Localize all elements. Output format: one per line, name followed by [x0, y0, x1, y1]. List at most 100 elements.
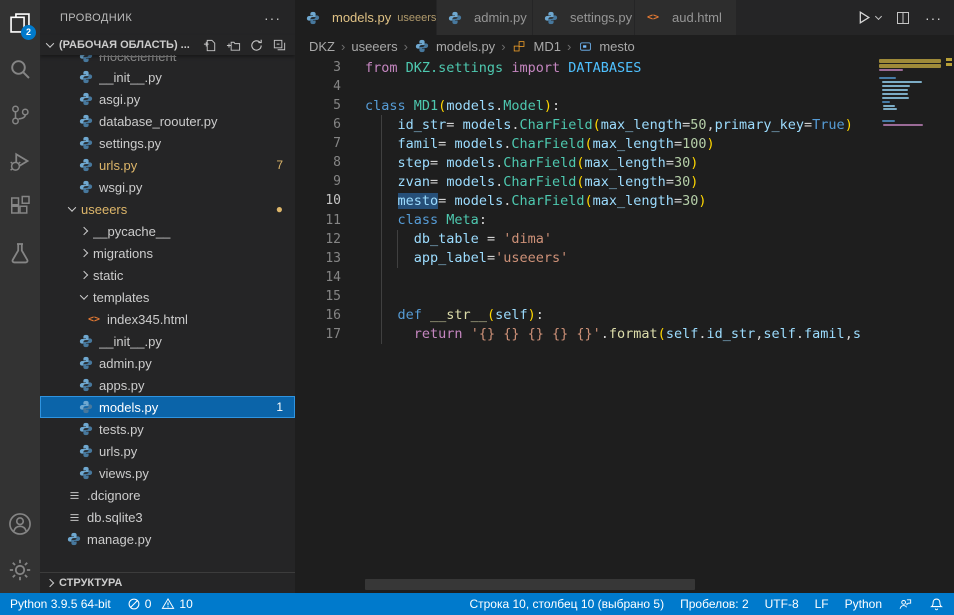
code-token: , [845, 326, 853, 342]
tree-file-urls.py[interactable]: urls.py7 [40, 154, 295, 176]
tree-file-index345.html[interactable]: <>index345.html [40, 308, 295, 330]
explorer-sidebar: ПРОВОДНИК ··· (РАБОЧАЯ ОБЛАСТЬ) ... mock… [40, 0, 295, 593]
code-token: class [365, 98, 406, 114]
tree-file-tests.py[interactable]: tests.py [40, 418, 295, 440]
tree-file-__init__.py[interactable]: __init__.py [40, 66, 295, 88]
minimap-line [883, 124, 923, 126]
horizontal-scrollbar[interactable] [365, 579, 695, 590]
code-token: '{} {} {} {} {}' [471, 326, 601, 342]
tab-admin.py[interactable]: admin.py [437, 0, 533, 35]
breadcrumb-separator: › [501, 39, 505, 54]
html-file-icon: <> [86, 314, 102, 325]
code-text: class Meta: [341, 212, 487, 228]
new-folder-icon[interactable] [226, 38, 241, 53]
new-file-icon[interactable] [203, 38, 218, 53]
minimap[interactable] [878, 57, 945, 579]
tree-folder-templates[interactable]: templates [40, 286, 295, 308]
more-actions-icon[interactable]: ··· [925, 10, 942, 26]
statusbar-notifications-bell[interactable] [929, 597, 944, 612]
activity-search[interactable] [0, 46, 40, 92]
breadcrumb-item-DKZ[interactable]: DKZ [309, 39, 335, 54]
tree-file-mockelement[interactable]: mockelement [40, 55, 295, 66]
statusbar-feedback[interactable] [898, 597, 913, 612]
line-number: 7 [295, 136, 341, 151]
code-token: models [454, 136, 503, 152]
outline-section-header[interactable]: СТРУКТУРА [40, 572, 295, 593]
breadcrumb-item-MD1[interactable]: MD1 [512, 39, 561, 54]
statusbar-python-interpreter[interactable]: Python 3.9.5 64-bit [10, 597, 111, 611]
editor-actions: ··· [855, 0, 954, 35]
code-token: DATABASES [568, 60, 641, 76]
tree-file-views.py[interactable]: views.py [40, 462, 295, 484]
breadcrumb-item-useeers[interactable]: useeers [351, 39, 397, 54]
statusbar-cursor-position[interactable]: Строка 10, столбец 10 (выбрано 5) [469, 597, 664, 611]
tree-file-asgi.py[interactable]: asgi.py [40, 88, 295, 110]
tree-file-admin.py[interactable]: admin.py [40, 352, 295, 374]
code-token: . [495, 98, 503, 114]
tree-file-wsgi.py[interactable]: wsgi.py [40, 176, 295, 198]
code-token: from [365, 60, 398, 76]
code-token: . [511, 117, 519, 133]
statusbar-problems[interactable]: 010 [127, 597, 193, 611]
activity-source-control[interactable] [0, 92, 40, 138]
code-line-14: 14 [295, 268, 878, 287]
tree-file-__init__.py[interactable]: __init__.py [40, 330, 295, 352]
statusbar-language-mode[interactable]: Python [845, 597, 882, 611]
code-line-11: 11 class Meta: [295, 211, 878, 230]
statusbar-encoding[interactable]: UTF-8 [765, 597, 799, 611]
workspace-section-header[interactable]: (РАБОЧАЯ ОБЛАСТЬ) ... [40, 35, 295, 55]
tree-file-urls.py[interactable]: urls.py [40, 440, 295, 462]
breadcrumb-item-mesto[interactable]: mesto [577, 39, 634, 54]
refresh-icon[interactable] [249, 38, 264, 53]
code-line-3: 3from DKZ.settings import DATABASES [295, 58, 878, 77]
activity-testing[interactable] [0, 230, 40, 276]
tree-folder-static[interactable]: static [40, 264, 295, 286]
line-number: 6 [295, 117, 341, 132]
line-number: 15 [295, 289, 341, 304]
code-token: ) [845, 117, 853, 133]
tab-aud.html[interactable]: <>aud.html [635, 0, 737, 35]
activity-run-debug[interactable] [0, 138, 40, 184]
split-editor-icon[interactable] [895, 10, 911, 26]
code-token [463, 326, 471, 342]
collapse-all-icon[interactable] [272, 38, 287, 53]
tree-file-db.sqlite3[interactable]: db.sqlite3 [40, 506, 295, 528]
code-token: ) [690, 155, 698, 171]
feedback-icon [898, 597, 913, 612]
tab-models.py[interactable]: models.pyuseeers1× [295, 0, 437, 35]
activity-accounts[interactable] [0, 501, 40, 547]
tree-file-apps.py[interactable]: apps.py [40, 374, 295, 396]
tree-file-database_roouter.py[interactable]: database_roouter.py [40, 110, 295, 132]
tree-file-settings.py[interactable]: settings.py [40, 132, 295, 154]
tree-folder-useeers[interactable]: useeers● [40, 198, 295, 220]
chevron-right-icon [46, 579, 54, 587]
code-editor[interactable]: 3from DKZ.settings import DATABASES45cla… [295, 57, 878, 579]
tree-row-inner: db.sqlite3 [40, 506, 295, 528]
tree-item-label: database_roouter.py [99, 114, 295, 129]
breadcrumb-label: models.py [436, 39, 495, 54]
tree-folder-migrations[interactable]: migrations [40, 242, 295, 264]
tree-item-label: wsgi.py [99, 180, 295, 195]
code-token: = [666, 155, 674, 171]
tree-row-inner: useeers● [40, 198, 295, 220]
tab-settings.py[interactable]: settings.py [533, 0, 635, 35]
tree-item-label: __init__.py [99, 70, 295, 85]
activity-explorer[interactable]: 2 [0, 0, 40, 46]
code-token: DKZ.settings [406, 60, 504, 76]
tree-item-label: templates [93, 290, 295, 305]
minimap-line [882, 120, 895, 122]
breadcrumb-item-models.py[interactable]: models.py [414, 39, 495, 54]
tree-folder-__pycache__[interactable]: __pycache__ [40, 220, 295, 242]
statusbar-indentation[interactable]: Пробелов: 2 [680, 597, 749, 611]
statusbar-eol[interactable]: LF [815, 597, 829, 611]
activity-settings-gear[interactable] [0, 547, 40, 593]
code-token: = [487, 231, 495, 247]
tree-file-.dcignore[interactable]: .dcignore [40, 484, 295, 506]
tree-file-models.py[interactable]: models.py1 [40, 396, 295, 418]
run-python-file-icon[interactable] [855, 9, 881, 26]
tree-file-manage.py[interactable]: manage.py [40, 528, 295, 550]
activity-extensions[interactable] [0, 184, 40, 230]
code-token: , [706, 117, 714, 133]
explorer-more-actions-icon[interactable]: ··· [264, 10, 281, 26]
minimap-line [882, 81, 922, 83]
